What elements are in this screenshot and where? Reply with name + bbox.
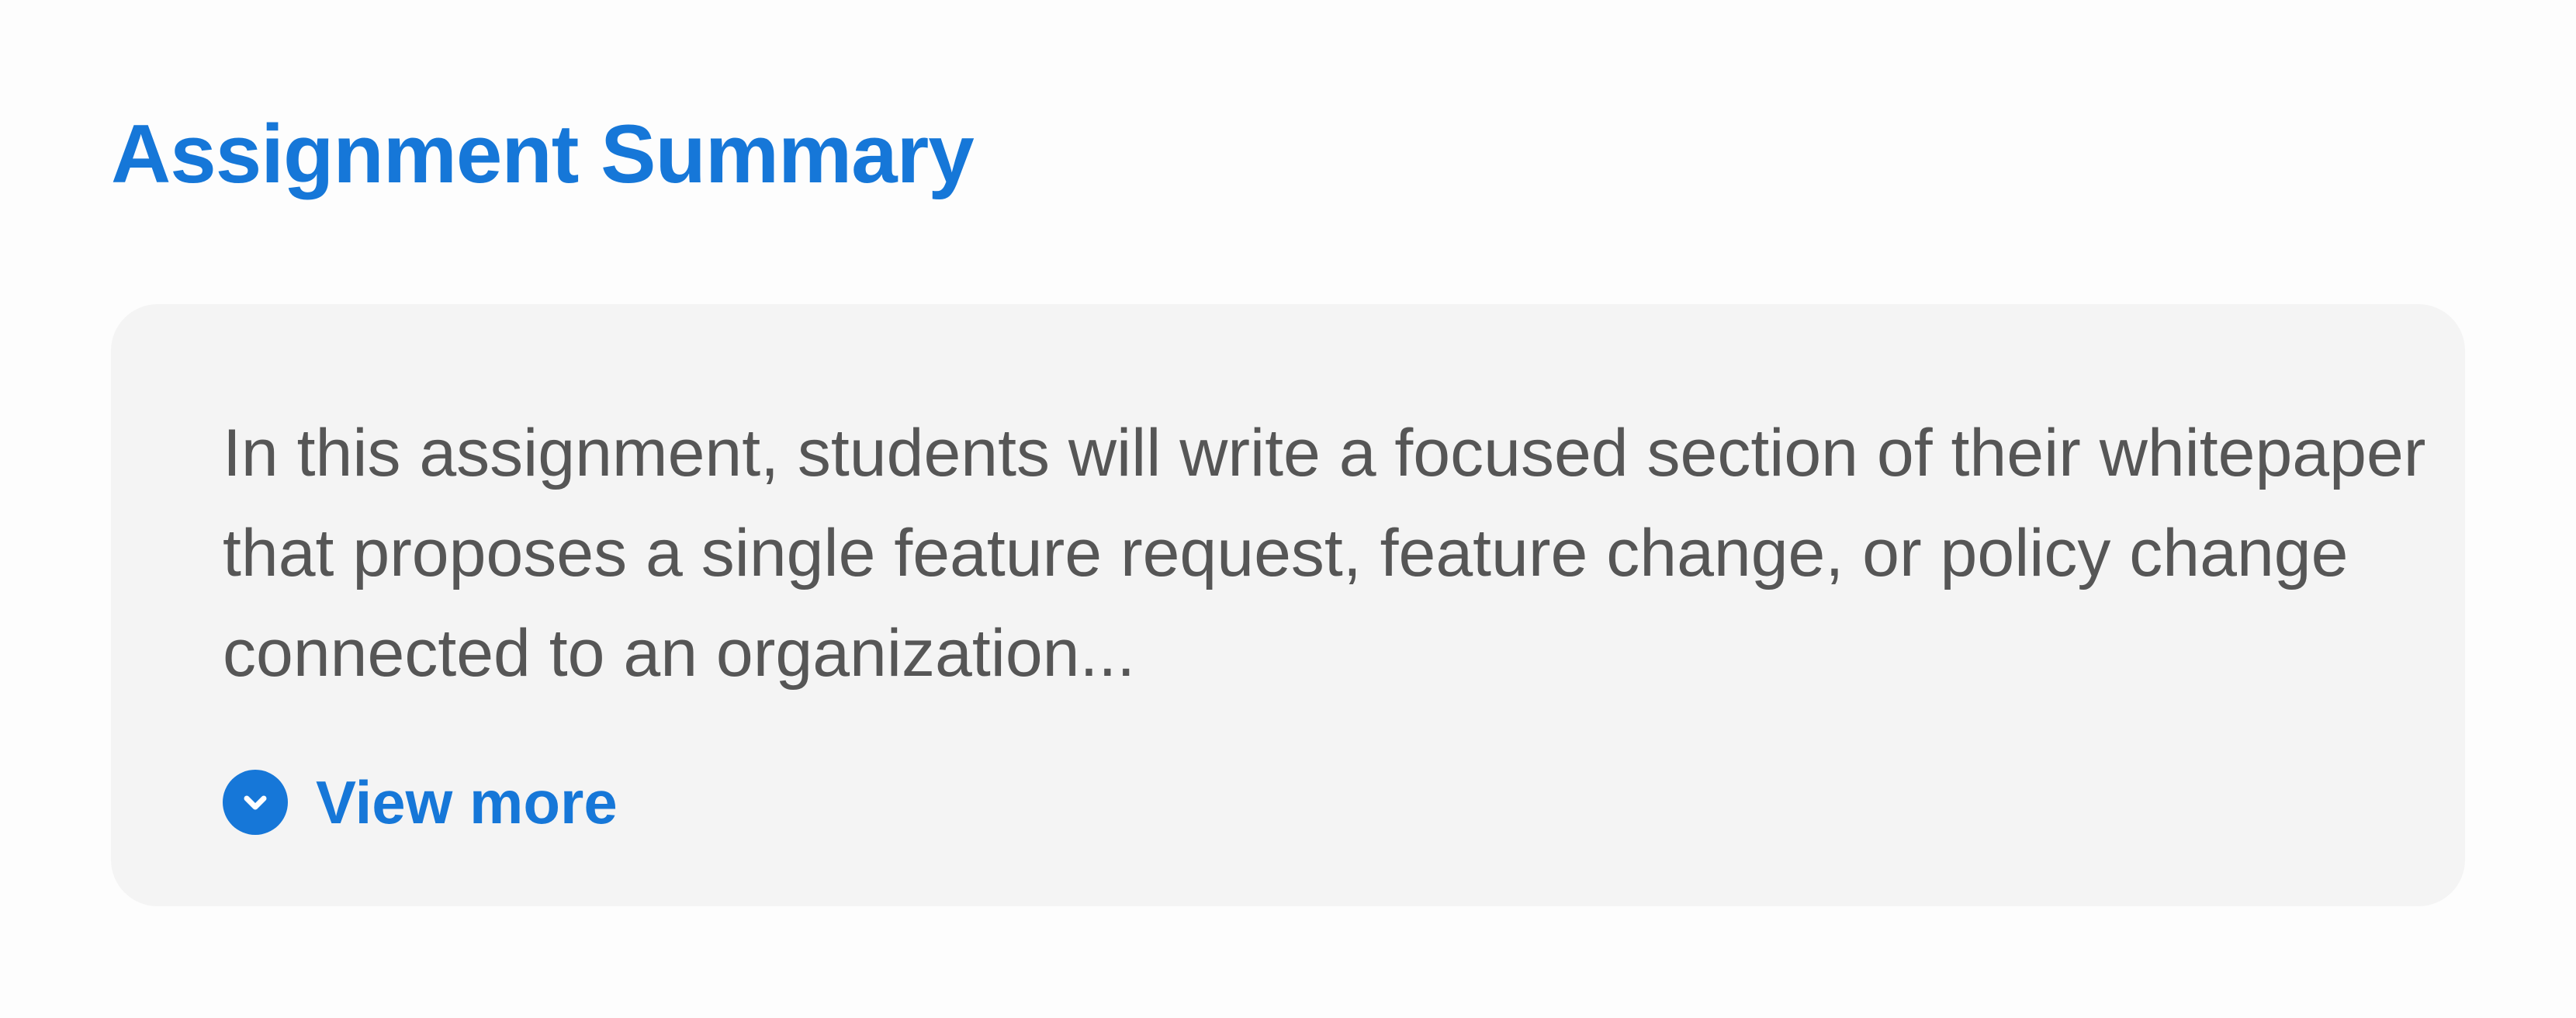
summary-text: In this assignment, students will write … [223,416,2426,691]
view-more-label: View more [316,768,618,836]
view-more-button[interactable]: View more [223,770,618,835]
chevron-down-icon [223,770,288,835]
assignment-summary-panel: Assignment Summary In this assignment, s… [0,0,2576,1018]
page-title: Assignment Summary [111,107,975,200]
summary-card: In this assignment, students will write … [111,304,2465,906]
